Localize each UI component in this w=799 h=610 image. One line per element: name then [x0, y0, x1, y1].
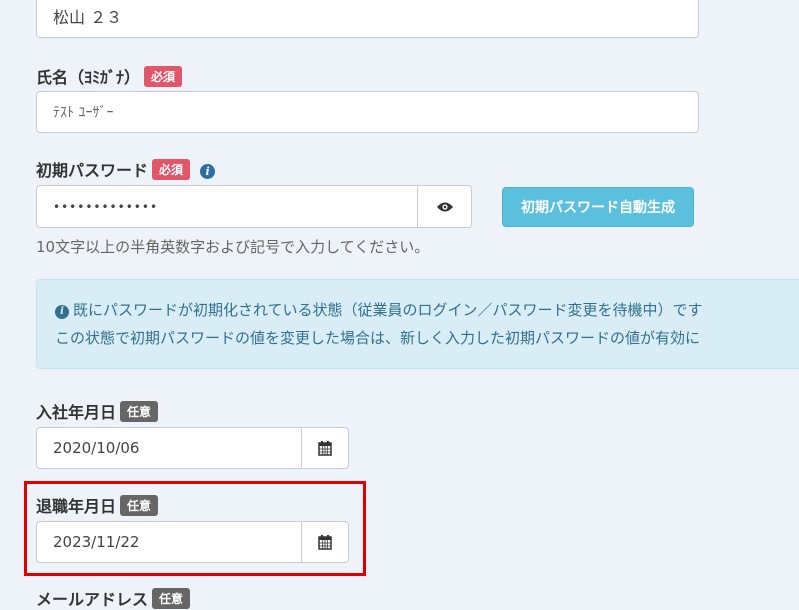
- optional-badge: 任意: [120, 401, 159, 422]
- kana-value: ﾃｽﾄ ﾕｰｻﾞｰ: [53, 105, 114, 121]
- name-input[interactable]: 松山 ２３: [36, 0, 699, 38]
- optional-badge: 任意: [120, 495, 159, 516]
- alert-line-2: この状態で初期パスワードの値を変更した場合は、新しく入力した初期パスワードの値が…: [55, 329, 701, 347]
- password-label: 初期パスワード 必須 i: [36, 157, 216, 181]
- eye-icon: [436, 202, 453, 211]
- password-reset-alert: i 既にパスワードが初期化されている状態（従業員のログイン／パスワード変更を待機中…: [36, 279, 799, 369]
- generate-password-button[interactable]: 初期パスワード自動生成: [502, 187, 694, 227]
- calendar-icon: [318, 440, 332, 456]
- leave-date-calendar-button[interactable]: [302, 521, 349, 563]
- join-date-label: 入社年月日 任意: [36, 399, 159, 423]
- calendar-icon: [318, 534, 332, 550]
- leave-date-value: 2023/11/22: [53, 533, 140, 551]
- name-value: 松山 ２３: [53, 8, 123, 27]
- info-circle-icon: i: [55, 304, 69, 319]
- join-date-input[interactable]: 2020/10/06: [36, 427, 302, 469]
- join-date-calendar-button[interactable]: [302, 427, 349, 469]
- email-label: メールアドレス 任意: [36, 586, 191, 610]
- alert-line-1: i 既にパスワードが初期化されている状態（従業員のログイン／パスワード変更を待機中…: [55, 299, 703, 320]
- optional-badge: 任意: [152, 588, 191, 609]
- kana-label: 氏名（ﾖﾐｶﾞﾅ） 必須: [36, 64, 183, 88]
- required-badge: 必須: [152, 159, 191, 180]
- leave-date-input[interactable]: 2023/11/22: [36, 521, 302, 563]
- required-badge: 必須: [144, 66, 183, 87]
- leave-date-label: 退職年月日 任意: [36, 493, 159, 517]
- password-value: •••••••••••••: [53, 199, 159, 214]
- info-circle-icon[interactable]: i: [200, 164, 216, 179]
- password-help: 10文字以上の半角英数字および記号で入力してください。: [36, 238, 430, 256]
- password-input[interactable]: •••••••••••••: [36, 185, 418, 228]
- kana-input[interactable]: ﾃｽﾄ ﾕｰｻﾞｰ: [36, 91, 699, 133]
- show-password-button[interactable]: [418, 185, 472, 228]
- join-date-value: 2020/10/06: [53, 439, 140, 457]
